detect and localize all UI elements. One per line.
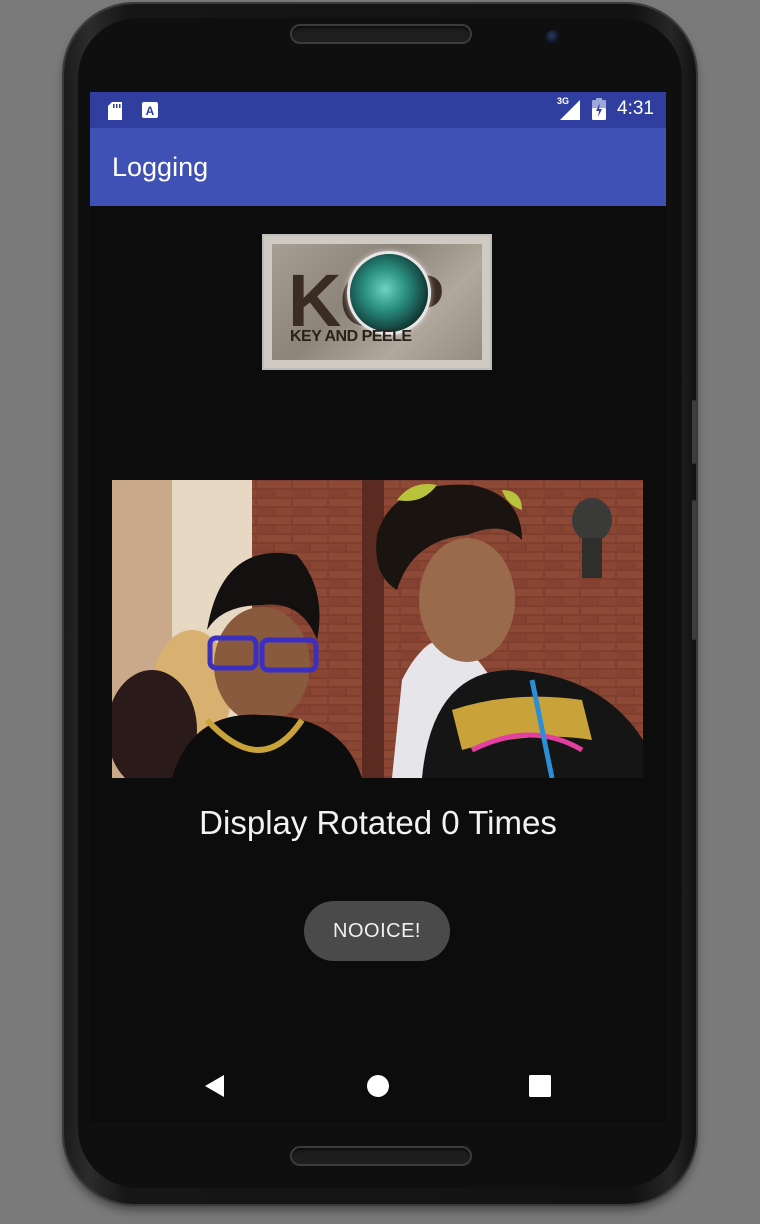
earpiece-speaker [290,24,472,44]
keyboard-a-icon: A [142,102,158,125]
rotation-count-text: Display Rotated 0 Times [199,804,557,841]
signal-icon [560,100,580,125]
logo-background: KOP KEY AND PEELE [272,244,482,360]
bottom-speaker [290,1146,472,1166]
status-time: 4:31 [617,98,654,119]
phone-frame: A 3G 4:31 Logging KOP KEY AND PEELE [64,4,696,1204]
home-icon[interactable] [366,1074,390,1103]
front-camera [546,30,560,44]
key-and-peele-logo: KOP KEY AND PEELE [262,234,492,370]
status-bar: A 3G 4:31 [90,92,666,128]
battery-icon [592,98,606,125]
recents-icon[interactable] [529,1075,551,1102]
logo-subtitle: KEY AND PEELE [290,328,412,345]
app-title: Logging [112,152,209,182]
sd-card-icon [108,102,122,125]
device-screen: A 3G 4:31 Logging KOP KEY AND PEELE [90,92,666,1122]
svg-text:A: A [146,104,155,118]
power-button[interactable] [692,500,696,640]
camera-lens-icon [350,254,428,332]
nooice-button[interactable]: NOOICE! [304,901,450,961]
app-bar: Logging [90,128,666,206]
back-icon[interactable] [204,1074,226,1103]
navigation-bar [90,1052,666,1122]
volume-button[interactable] [692,400,696,464]
key-and-peele-photo [112,480,643,778]
